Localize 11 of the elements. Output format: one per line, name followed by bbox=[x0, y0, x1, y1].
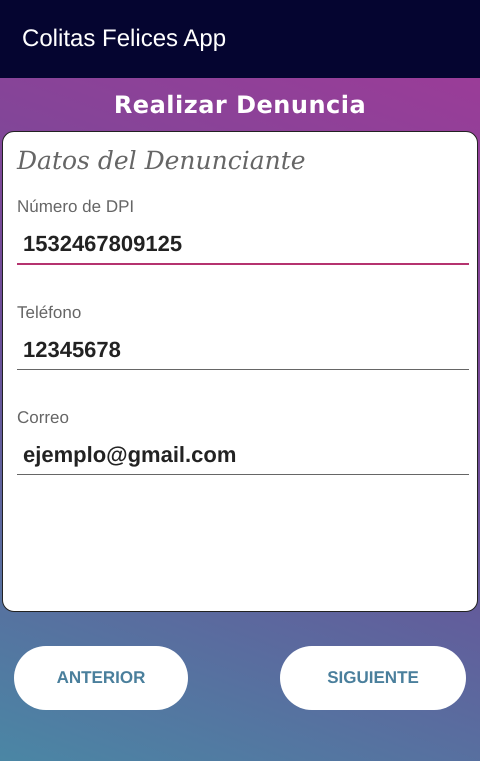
field-label: Número de DPI bbox=[17, 197, 136, 217]
form-heading: Datos del Denunciante bbox=[17, 146, 307, 175]
nav-button[interactable]: ANTERIOR bbox=[14, 646, 188, 710]
app-title: Colitas Felices App bbox=[22, 25, 226, 53]
page-title: Realizar Denuncia bbox=[112, 91, 368, 119]
input-field[interactable]: ejemplo@gmail.com bbox=[17, 442, 469, 475]
nav-button[interactable]: SIGUIENTE bbox=[280, 646, 466, 710]
input-field[interactable]: 12345678 bbox=[17, 337, 469, 370]
input-field[interactable]: 1532467809125 bbox=[17, 231, 469, 265]
field-label: Teléfono bbox=[17, 303, 82, 323]
field-label: Correo bbox=[17, 408, 70, 428]
